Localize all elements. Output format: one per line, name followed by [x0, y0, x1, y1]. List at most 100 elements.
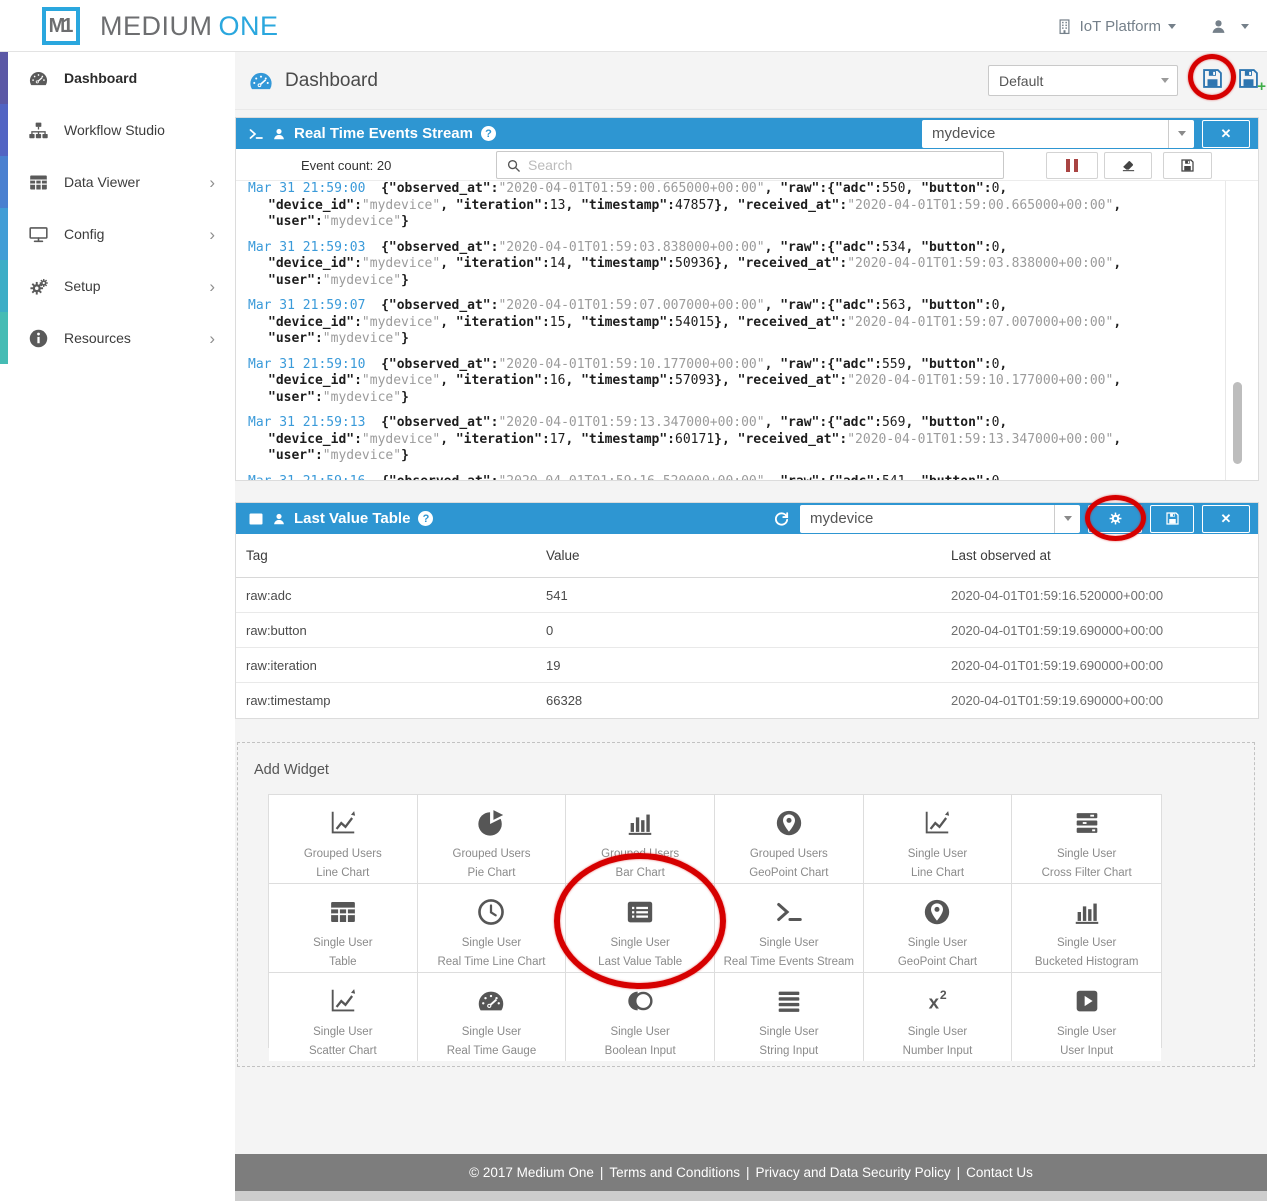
user-icon	[272, 512, 286, 526]
logo-text: M1	[49, 15, 71, 38]
close-widget-button[interactable]: ✕	[1202, 120, 1250, 148]
brand-name-secondary: ONE	[219, 11, 279, 41]
chevron-down-icon	[1054, 505, 1080, 533]
sidebar-item-setup[interactable]: Setup›	[0, 260, 235, 312]
line-chart-icon	[922, 808, 952, 838]
help-icon[interactable]: ?	[481, 126, 496, 141]
log-entry: Mar 31 21:59:03 {"observed_at":"2020-04-…	[248, 240, 1188, 290]
main-content: Dashboard Default + Real Time Events Str…	[235, 52, 1267, 1201]
widget-group-label: Single User	[908, 845, 967, 864]
log-timestamp: Mar 31 21:59:00	[248, 181, 381, 196]
search-box	[496, 151, 1004, 179]
caret-square-right-icon	[1072, 986, 1102, 1016]
platform-menu[interactable]: IoT Platform	[1056, 18, 1176, 35]
cell-tag: raw:adc	[236, 588, 546, 603]
widget-group-label: Single User	[1057, 1023, 1116, 1042]
pause-stream-button[interactable]	[1046, 152, 1098, 179]
brand-name: MEDIUMONE	[100, 11, 279, 42]
widget-type-label: GeoPoint Chart	[749, 864, 828, 883]
device-select[interactable]: mydevice	[922, 120, 1194, 148]
scrollbar-thumb[interactable]	[1233, 382, 1242, 464]
footer-link-contact-us[interactable]: Contact Us	[966, 1165, 1033, 1180]
line-chart-icon	[328, 808, 358, 838]
save-dashboard-button[interactable]	[1201, 67, 1224, 90]
page-title: Dashboard	[285, 70, 378, 92]
widget-group-label: Single User	[462, 1023, 521, 1042]
add-widget-single-user-line-chart[interactable]: Single UserLine Chart	[864, 795, 1013, 884]
close-widget-button[interactable]: ✕	[1202, 505, 1250, 533]
footer-link-terms-and-conditions[interactable]: Terms and Conditions	[609, 1165, 740, 1180]
add-widget-single-user-cross-filter-chart[interactable]: Single UserCross Filter Chart	[1012, 795, 1161, 884]
sidebar-item-config[interactable]: Config›	[0, 208, 235, 260]
add-widget-grouped-users-pie-chart[interactable]: Grouped UsersPie Chart	[418, 795, 567, 884]
dashboard-select[interactable]: Default	[988, 65, 1178, 96]
widget-title: Last Value Table	[294, 510, 410, 527]
cell-last-observed: 2020-04-01T01:59:16.520000+00:00	[951, 588, 1258, 603]
log-timestamp: Mar 31 21:59:13	[248, 415, 381, 430]
add-widget-grouped-users-bar-chart[interactable]: Grouped UsersBar Chart	[566, 795, 715, 884]
medium-one-logo[interactable]: M1	[42, 7, 80, 45]
sidebar-item-workflow-studio[interactable]: Workflow Studio	[0, 104, 235, 156]
gauge-icon	[28, 68, 49, 89]
cell-last-observed: 2020-04-01T01:59:19.690000+00:00	[951, 658, 1258, 673]
add-widget-single-user-boolean-input[interactable]: Single UserBoolean Input	[566, 973, 715, 1061]
sidebar-item-dashboard[interactable]: Dashboard	[0, 52, 235, 104]
widget-group-label: Grouped Users	[453, 845, 531, 864]
widget-type-label: Pie Chart	[468, 864, 516, 883]
footer-link-privacy-and-data-security-policy[interactable]: Privacy and Data Security Policy	[756, 1165, 951, 1180]
info-icon	[28, 328, 49, 349]
chevron-down-icon	[1161, 78, 1169, 83]
widget-settings-button[interactable]	[1088, 505, 1142, 533]
widget-group-label: Single User	[462, 934, 521, 953]
widget-group-label: Single User	[313, 934, 372, 953]
widget-type-label: Table	[329, 953, 357, 972]
add-widget-single-user-real-time-gauge[interactable]: Single UserReal Time Gauge	[418, 973, 567, 1061]
desktop-icon	[28, 224, 49, 245]
add-widget-single-user-real-time-line-chart[interactable]: Single UserReal Time Line Chart	[418, 884, 567, 973]
brand-name-primary: MEDIUM	[100, 11, 213, 41]
table-icon	[328, 897, 358, 927]
add-widget-single-user-user-input[interactable]: Single UserUser Input	[1012, 973, 1161, 1061]
widget-group-label: Single User	[759, 934, 818, 953]
cell-value: 0	[546, 623, 951, 638]
save-as-new-dashboard-button[interactable]: +	[1237, 67, 1260, 90]
add-widget-single-user-last-value-table[interactable]: Single UserLast Value Table	[566, 884, 715, 973]
bar-chart-icon	[625, 808, 655, 838]
cell-last-observed: 2020-04-01T01:59:19.690000+00:00	[951, 623, 1258, 638]
gear-icon	[1108, 511, 1123, 526]
cell-value: 66328	[546, 693, 951, 708]
add-widget-grouped-users-geopoint-chart[interactable]: Grouped UsersGeoPoint Chart	[715, 795, 864, 884]
chevron-right-icon: ›	[209, 278, 215, 295]
widget-type-label: Number Input	[903, 1042, 973, 1061]
sidebar-item-label: Resources	[64, 330, 131, 346]
terminal-icon	[774, 897, 804, 927]
search-input[interactable]	[528, 157, 1003, 173]
add-widget-single-user-bucketed-histogram[interactable]: Single UserBucketed Histogram	[1012, 884, 1161, 973]
user-menu[interactable]	[1210, 18, 1249, 35]
add-widget-single-user-number-input[interactable]: x2Single UserNumber Input	[864, 973, 1013, 1061]
pie-chart-icon	[476, 808, 506, 838]
widget-group-label: Single User	[610, 1023, 669, 1042]
add-widget-single-user-string-input[interactable]: Single UserString Input	[715, 973, 864, 1061]
help-icon[interactable]: ?	[418, 511, 433, 526]
user-icon	[1210, 18, 1227, 35]
events-toolbar: Event count: 20	[236, 149, 1258, 181]
add-widget-grouped-users-line-chart[interactable]: Grouped UsersLine Chart	[269, 795, 418, 884]
add-widget-single-user-table[interactable]: Single UserTable	[269, 884, 418, 973]
add-widget-single-user-geopoint-chart[interactable]: Single UserGeoPoint Chart	[864, 884, 1013, 973]
scrollbar-track	[1225, 181, 1226, 480]
sidebar-item-resources[interactable]: Resources›	[0, 312, 235, 364]
chevron-down-icon	[1168, 24, 1176, 29]
gauge-icon	[476, 986, 506, 1016]
save-stream-button[interactable]	[1163, 152, 1212, 179]
widget-title: Real Time Events Stream	[294, 125, 473, 142]
save-widget-button[interactable]	[1150, 505, 1194, 533]
refresh-icon[interactable]	[773, 510, 790, 527]
sidebar-item-data-viewer[interactable]: Data Viewer›	[0, 156, 235, 208]
add-widget-single-user-scatter-chart[interactable]: Single UserScatter Chart	[269, 973, 418, 1061]
footer-separator: |	[746, 1165, 750, 1180]
device-select[interactable]: mydevice	[800, 505, 1080, 533]
log-timestamp: Mar 31 21:59:03	[248, 240, 381, 255]
add-widget-single-user-real-time-events-stream[interactable]: Single UserReal Time Events Stream	[715, 884, 864, 973]
clear-stream-button[interactable]	[1104, 152, 1152, 179]
